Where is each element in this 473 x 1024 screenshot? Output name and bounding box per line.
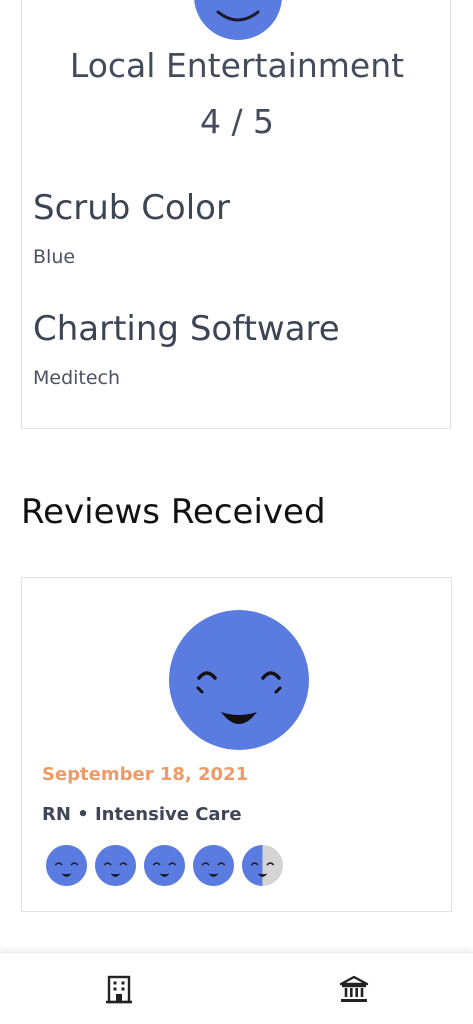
reviews-section-title: Reviews Received [21,492,326,532]
rating-face-icon [45,844,88,887]
rating-face-icon [241,844,284,887]
review-rating [45,844,284,888]
rating-face-icon [143,844,186,887]
charting-software-value: Meditech [33,367,121,389]
review-card[interactable]: September 18, 2021 RN • Intensive Care [21,577,452,912]
charting-software-title: Charting Software [33,309,340,349]
scrub-color-title: Scrub Color [33,188,230,228]
building-icon[interactable] [103,973,135,1005]
happy-face-icon [169,610,309,750]
rating-face-icon [94,844,137,887]
profile-details-card: Local Entertainment 4 / 5 Scrub Color Bl… [21,0,451,429]
screen: Local Entertainment 4 / 5 Scrub Color Bl… [0,0,473,1024]
bank-icon[interactable] [338,973,370,1005]
scrub-color-value: Blue [33,246,76,268]
happy-face-icon [194,0,282,40]
rating-face-icon [192,844,235,887]
bottom-navigation [0,952,473,1024]
reviewer-role: RN • Intensive Care [42,804,242,825]
rating-score: 4 / 5 [199,102,275,141]
rating-category-label: Local Entertainment [69,46,405,85]
review-date: September 18, 2021 [42,764,249,785]
